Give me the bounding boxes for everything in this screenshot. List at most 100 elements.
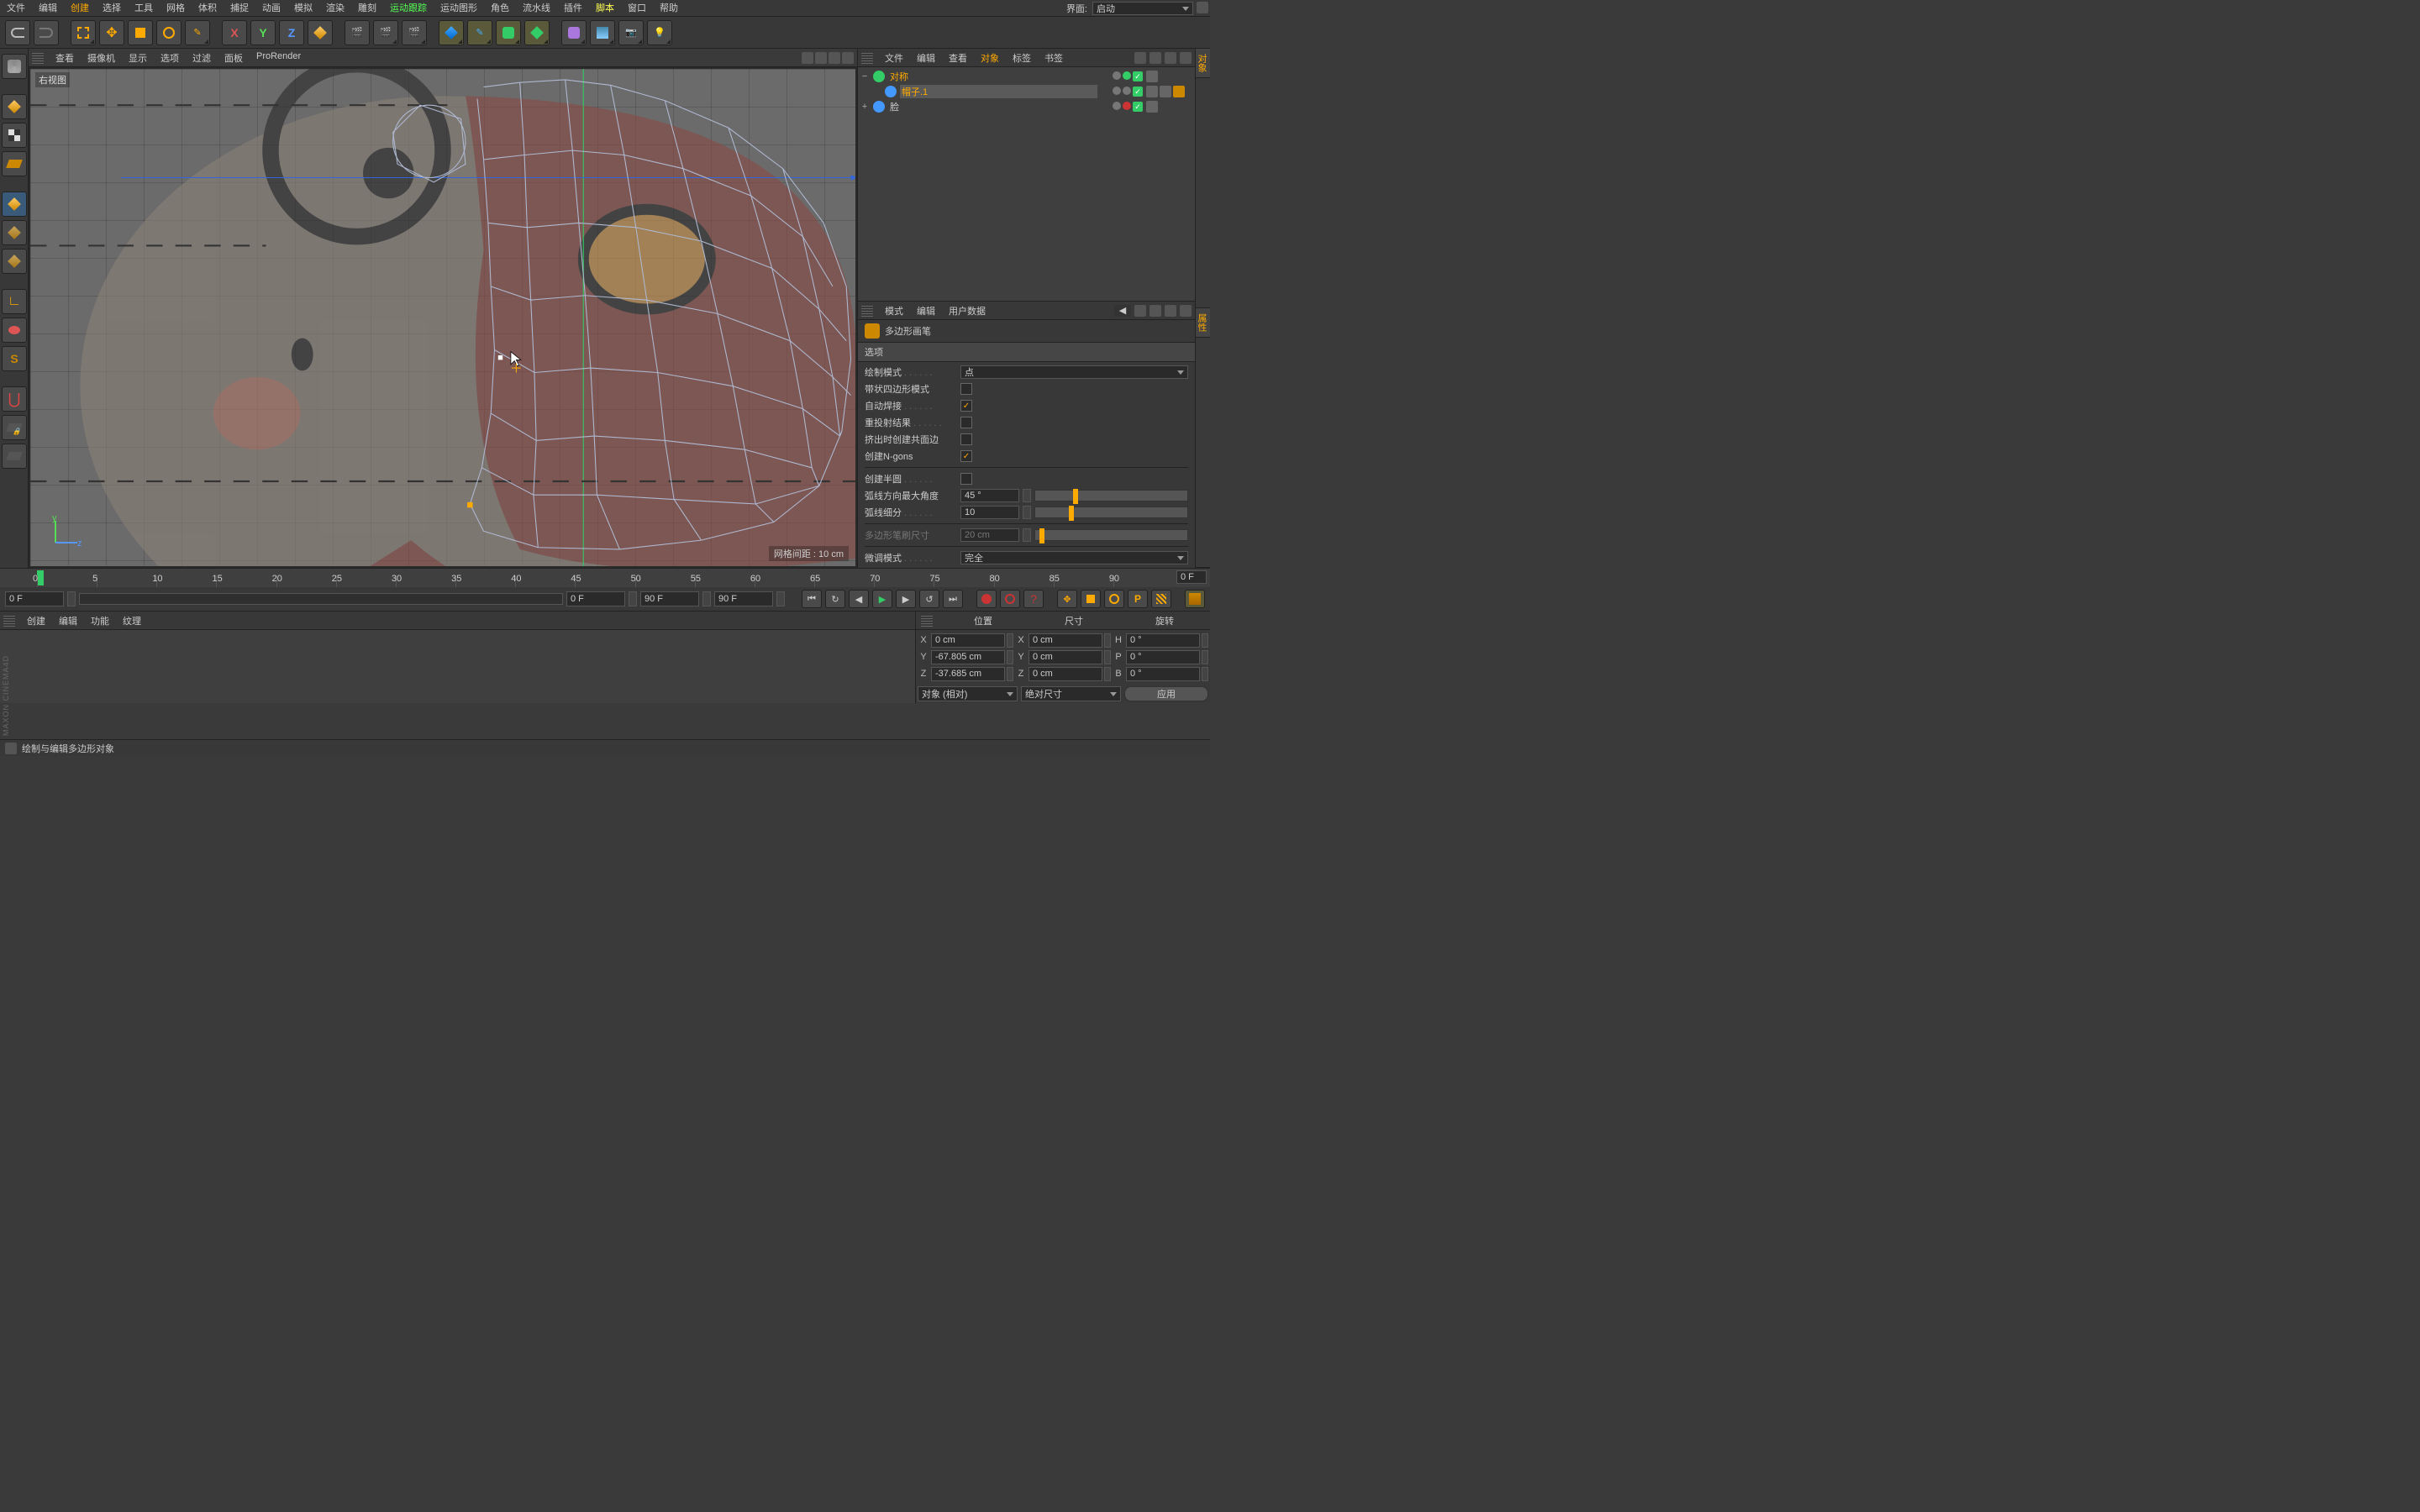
- goto-end-button[interactable]: ⏭: [943, 590, 963, 608]
- grip-icon[interactable]: [32, 52, 44, 64]
- prev-frame-button[interactable]: ◀: [849, 590, 869, 608]
- ngons-check[interactable]: [960, 450, 972, 462]
- coord-field[interactable]: -67.805 cm: [931, 650, 1005, 664]
- axis-button[interactable]: ∟: [2, 289, 27, 314]
- autokey-button[interactable]: [1000, 590, 1020, 608]
- param-key-button[interactable]: P: [1128, 590, 1148, 608]
- range-end-field[interactable]: 90 F: [640, 591, 699, 606]
- menu-角色[interactable]: 角色: [484, 0, 516, 17]
- menu-创建[interactable]: 创建: [64, 0, 96, 17]
- vp-layout-icon[interactable]: [842, 52, 854, 64]
- tree-toggle[interactable]: −: [860, 71, 870, 81]
- timeline-ruler[interactable]: 0 F 051015202530354045505560657075808590: [0, 569, 1210, 587]
- draw-mode-select[interactable]: 点: [960, 365, 1188, 379]
- visibility-dots[interactable]: ✓: [1097, 102, 1143, 112]
- menu-运动图形[interactable]: 运动图形: [434, 0, 484, 17]
- arc-angle-slider[interactable]: [1034, 490, 1188, 501]
- rot-key-button[interactable]: [1104, 590, 1124, 608]
- pla-key-button[interactable]: [1151, 590, 1171, 608]
- tree-toggle[interactable]: +: [860, 102, 870, 112]
- object-tags[interactable]: [1143, 71, 1193, 82]
- object-name[interactable]: 脸: [888, 100, 1097, 113]
- menu-模拟[interactable]: 模拟: [287, 0, 319, 17]
- cube-primitive-button[interactable]: [439, 20, 464, 45]
- menu-选择[interactable]: 选择: [96, 0, 128, 17]
- nav-back-button[interactable]: ◀: [1114, 305, 1131, 317]
- vp-menu-查看[interactable]: 查看: [49, 51, 81, 65]
- timeline-end-field[interactable]: 0 F: [1176, 570, 1207, 584]
- vp-pan-icon[interactable]: [802, 52, 813, 64]
- coord-field[interactable]: 0 °: [1126, 633, 1200, 648]
- menu-渲染[interactable]: 渲染: [319, 0, 351, 17]
- redo-button[interactable]: [34, 20, 59, 45]
- texture-mode-button[interactable]: [2, 123, 27, 148]
- move-button[interactable]: ✥: [99, 20, 124, 45]
- spinner[interactable]: [1023, 506, 1031, 519]
- rotate-button[interactable]: [156, 20, 182, 45]
- menu-窗口[interactable]: 窗口: [621, 0, 653, 17]
- spinner[interactable]: [1104, 650, 1111, 664]
- object-name[interactable]: 对称: [888, 70, 1097, 83]
- attr-header-用户数据[interactable]: 用户数据: [942, 304, 992, 318]
- coord-mode-select[interactable]: 对象 (相对): [918, 686, 1018, 701]
- obj-header-标签[interactable]: 标签: [1006, 51, 1038, 65]
- coord-abs-select[interactable]: 绝对尺寸: [1021, 686, 1121, 701]
- generator-button[interactable]: [496, 20, 521, 45]
- search-icon[interactable]: [1134, 52, 1146, 64]
- menu-流水线[interactable]: 流水线: [516, 0, 557, 17]
- filter-icon[interactable]: [1180, 52, 1192, 64]
- keysel-button[interactable]: ?: [1023, 590, 1044, 608]
- obj-header-编辑[interactable]: 编辑: [910, 51, 942, 65]
- poly-mode-button[interactable]: [2, 249, 27, 274]
- vp-menu-ProRender[interactable]: ProRender: [250, 51, 308, 65]
- range-start-field[interactable]: 0 F: [566, 591, 625, 606]
- start-frame-field[interactable]: 0 F: [5, 591, 64, 606]
- half-circle-check[interactable]: [960, 473, 972, 485]
- grip-icon[interactable]: [861, 52, 873, 64]
- coord-field[interactable]: -37.685 cm: [931, 667, 1005, 681]
- spinner[interactable]: [1104, 667, 1111, 681]
- spinner[interactable]: [1007, 667, 1013, 681]
- maximize-icon[interactable]: [1180, 305, 1192, 317]
- scale-button[interactable]: [128, 20, 153, 45]
- object-name[interactable]: 帽子.1: [900, 85, 1097, 98]
- workplane-button[interactable]: [2, 151, 27, 176]
- snap-s-button[interactable]: S: [2, 346, 27, 371]
- mat-header-功能[interactable]: 功能: [84, 614, 116, 627]
- y-axis-button[interactable]: Y: [250, 20, 276, 45]
- spinner[interactable]: [1023, 489, 1031, 502]
- generator2-button[interactable]: [524, 20, 550, 45]
- spinner[interactable]: [1202, 633, 1208, 648]
- snap-button[interactable]: ⋃: [2, 386, 27, 412]
- obj-header-文件[interactable]: 文件: [878, 51, 910, 65]
- arc-angle-field[interactable]: 45 °: [960, 489, 1019, 502]
- soft-select-button[interactable]: [2, 318, 27, 343]
- vp-menu-选项[interactable]: 选项: [154, 51, 186, 65]
- menu-网格[interactable]: 网格: [160, 0, 192, 17]
- render-settings-button[interactable]: 🎬: [402, 20, 427, 45]
- auto-weld-check[interactable]: [960, 400, 972, 412]
- menu-运动跟踪[interactable]: 运动跟踪: [383, 0, 434, 17]
- menu-体积[interactable]: 体积: [192, 0, 224, 17]
- live-select-button[interactable]: [71, 20, 96, 45]
- make-editable-button[interactable]: [2, 54, 27, 79]
- workplane-lock-button[interactable]: 🔒: [2, 415, 27, 440]
- sidebar-tab-object[interactable]: 对象: [1196, 49, 1210, 78]
- sidebar-tab-attribute[interactable]: 属性: [1196, 308, 1210, 338]
- x-axis-button[interactable]: X: [222, 20, 247, 45]
- end-frame-field[interactable]: 90 F: [714, 591, 773, 606]
- visibility-dots[interactable]: ✓: [1097, 87, 1143, 97]
- menu-工具[interactable]: 工具: [128, 0, 160, 17]
- undo-button[interactable]: [5, 20, 30, 45]
- render-pv-button[interactable]: 🎬: [373, 20, 398, 45]
- fcurve-button[interactable]: [1185, 590, 1205, 608]
- arc-subdiv-field[interactable]: 10: [960, 506, 1019, 519]
- visibility-dots[interactable]: ✓: [1097, 71, 1143, 81]
- edge-mode-button[interactable]: [2, 220, 27, 245]
- render-view-button[interactable]: 🎬: [345, 20, 370, 45]
- vp-menu-面板[interactable]: 面板: [218, 51, 250, 65]
- vp-zoom-icon[interactable]: [815, 52, 827, 64]
- workplane2-button[interactable]: [2, 444, 27, 469]
- tree-row[interactable]: + 脸✓: [860, 99, 1193, 114]
- grip-icon[interactable]: [3, 615, 15, 627]
